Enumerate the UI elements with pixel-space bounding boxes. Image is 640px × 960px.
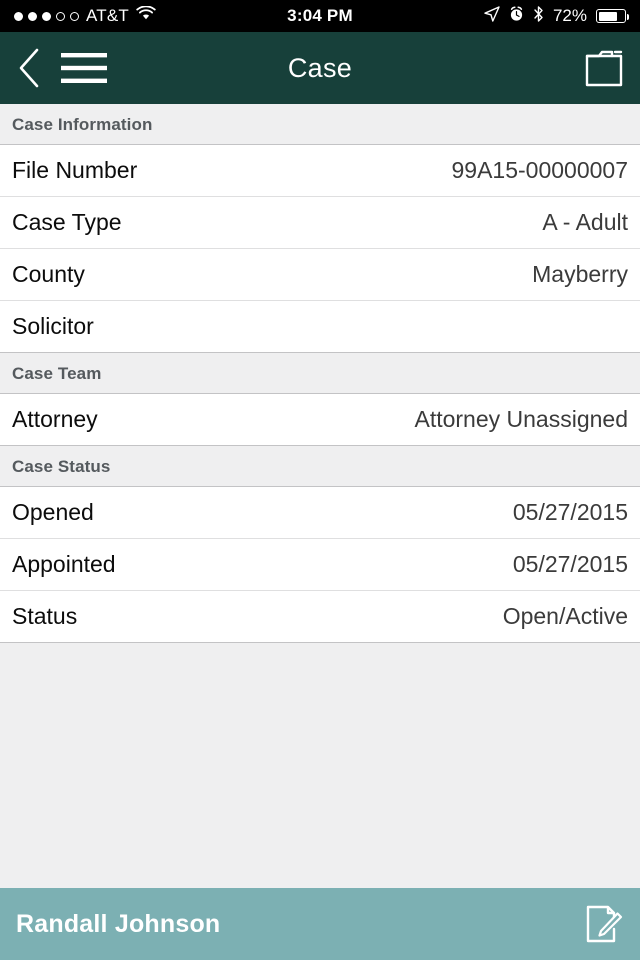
section-rows-case-information: File Number 99A15-00000007 Case Type A -… <box>0 145 640 353</box>
row-value: 99A15-00000007 <box>451 157 629 183</box>
row-label: Opened <box>12 499 94 525</box>
table-row[interactable]: Case Type A - Adult <box>0 197 640 249</box>
table-row[interactable]: Solicitor <box>0 301 640 353</box>
row-value: 05/27/2015 <box>512 499 628 525</box>
section-header-case-status: Case Status <box>0 446 640 487</box>
case-detail-list: Case Information File Number 99A15-00000… <box>0 104 640 888</box>
wifi-icon <box>136 5 156 26</box>
section-header-case-team: Case Team <box>0 353 640 394</box>
alarm-clock-icon <box>509 5 524 27</box>
row-value: 05/27/2015 <box>512 551 628 577</box>
table-row[interactable]: County Mayberry <box>0 249 640 301</box>
row-label: Status <box>12 603 78 629</box>
table-row[interactable]: Attorney Attorney Unassigned <box>0 394 640 446</box>
navbar-right-actions <box>584 47 624 89</box>
status-bar: AT&T 3:04 PM 72% <box>0 0 640 32</box>
row-label: Attorney <box>12 406 98 432</box>
document-edit-icon[interactable] <box>584 903 624 945</box>
status-bar-right: 72% <box>484 5 629 27</box>
navigation-bar: Case <box>0 32 640 104</box>
row-label: County <box>12 261 85 287</box>
chevron-left-icon[interactable] <box>16 47 42 89</box>
row-label: Solicitor <box>12 313 94 339</box>
row-label: File Number <box>12 157 138 183</box>
table-row[interactable]: Opened 05/27/2015 <box>0 487 640 539</box>
row-value: Mayberry <box>532 261 628 287</box>
bluetooth-icon <box>533 5 544 27</box>
table-row[interactable]: Appointed 05/27/2015 <box>0 539 640 591</box>
battery-icon <box>596 9 629 23</box>
hamburger-menu-icon[interactable] <box>60 50 108 86</box>
case-detail-screen: AT&T 3:04 PM 72% Case Case Information F… <box>0 0 640 960</box>
location-arrow-icon <box>484 5 500 27</box>
row-value: Open/Active <box>502 603 628 629</box>
row-value: Attorney Unassigned <box>414 406 628 432</box>
battery-percent-label: 72% <box>552 6 587 25</box>
client-bottom-bar[interactable]: Randall Johnson <box>0 888 640 960</box>
case-folder-icon[interactable] <box>584 47 624 89</box>
row-value: A - Adult <box>542 209 628 235</box>
section-rows-case-status: Opened 05/27/2015 Appointed 05/27/2015 S… <box>0 487 640 643</box>
client-name-label: Randall Johnson <box>16 909 221 938</box>
navbar-left-actions <box>16 47 108 89</box>
table-row[interactable]: File Number 99A15-00000007 <box>0 145 640 197</box>
table-row[interactable]: Status Open/Active <box>0 591 640 643</box>
carrier-label: AT&T <box>86 6 129 25</box>
section-header-case-information: Case Information <box>0 104 640 145</box>
bottom-bar-actions <box>584 903 624 945</box>
signal-strength-icon <box>14 11 79 21</box>
status-bar-left: AT&T <box>14 5 156 26</box>
section-rows-case-team: Attorney Attorney Unassigned <box>0 394 640 446</box>
row-label: Appointed <box>12 551 116 577</box>
row-label: Case Type <box>12 209 122 235</box>
